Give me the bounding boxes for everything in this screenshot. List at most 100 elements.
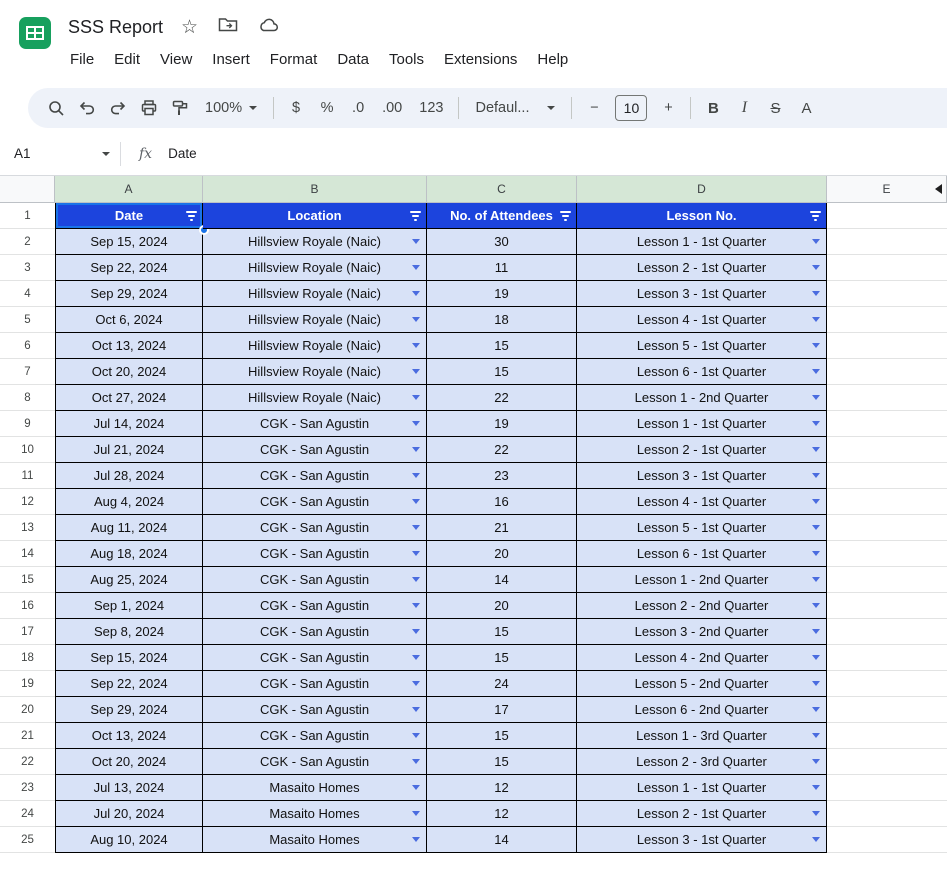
increase-decimal-button[interactable]: .00 [375,94,409,122]
row-number[interactable]: 24 [0,801,55,827]
more-formats-button[interactable]: 123 [412,94,450,122]
dropdown-icon[interactable] [812,550,820,556]
cell-location[interactable]: CGK - San Agustin [203,697,427,723]
column-header-e[interactable]: E [827,176,947,203]
row-number[interactable]: 3 [0,255,55,281]
row-number[interactable]: 16 [0,593,55,619]
cell-lesson[interactable]: Lesson 6 - 2nd Quarter [577,697,827,723]
row-number[interactable]: 1 [0,203,55,229]
dropdown-icon[interactable] [412,446,420,452]
star-icon[interactable]: ☆ [181,18,198,37]
currency-format-button[interactable]: $ [282,94,310,122]
dropdown-icon[interactable] [812,706,820,712]
strikethrough-button[interactable]: S [761,94,789,122]
dropdown-icon[interactable] [412,238,420,244]
menu-extensions[interactable]: Extensions [434,48,527,71]
cell-date[interactable]: Aug 10, 2024 [55,827,203,853]
cell-attendees[interactable]: 12 [427,801,577,827]
sheets-logo-icon[interactable] [18,16,52,55]
dropdown-icon[interactable] [812,368,820,374]
cell-attendees[interactable]: 23 [427,463,577,489]
redo-button[interactable] [104,94,132,122]
document-title[interactable]: SSS Report [68,17,163,38]
cell-attendees[interactable]: 17 [427,697,577,723]
dropdown-icon[interactable] [412,836,420,842]
cell-attendees[interactable]: 19 [427,411,577,437]
cell-lesson[interactable]: Lesson 4 - 2nd Quarter [577,645,827,671]
column-header-c[interactable]: C [427,176,577,203]
menu-edit[interactable]: Edit [104,48,150,71]
dropdown-icon[interactable] [412,498,420,504]
select-all-corner[interactable] [0,176,55,203]
cell-location[interactable]: CGK - San Agustin [203,437,427,463]
filter-icon[interactable] [185,210,198,221]
cell-location[interactable]: Hillsview Royale (Naic) [203,281,427,307]
dropdown-icon[interactable] [412,680,420,686]
cell-empty[interactable] [827,801,947,827]
dropdown-icon[interactable] [812,316,820,322]
dropdown-icon[interactable] [812,732,820,738]
cell-location[interactable]: CGK - San Agustin [203,619,427,645]
cell-lesson[interactable]: Lesson 6 - 1st Quarter [577,359,827,385]
cell-empty[interactable] [827,775,947,801]
cloud-saved-icon[interactable] [258,17,280,38]
cell-attendees[interactable]: 15 [427,359,577,385]
menu-view[interactable]: View [150,48,202,71]
dropdown-icon[interactable] [412,316,420,322]
cell-lesson[interactable]: Lesson 1 - 1st Quarter [577,775,827,801]
header-cell-no-of-attendees[interactable]: No. of Attendees [427,203,577,229]
cell-attendees[interactable]: 15 [427,333,577,359]
row-number[interactable]: 12 [0,489,55,515]
cell-empty[interactable] [827,593,947,619]
dropdown-icon[interactable] [412,706,420,712]
dropdown-icon[interactable] [412,394,420,400]
row-number[interactable]: 8 [0,385,55,411]
cell-date[interactable]: Sep 15, 2024 [55,645,203,671]
cell-attendees[interactable]: 21 [427,515,577,541]
cell-date[interactable]: Aug 11, 2024 [55,515,203,541]
decrease-decimal-button[interactable]: .0 [344,94,372,122]
dropdown-icon[interactable] [812,446,820,452]
cell-location[interactable]: CGK - San Agustin [203,593,427,619]
cell-date[interactable]: Oct 20, 2024 [55,749,203,775]
dropdown-icon[interactable] [812,498,820,504]
cell-location[interactable]: Hillsview Royale (Naic) [203,255,427,281]
cell-date[interactable]: Sep 29, 2024 [55,697,203,723]
filter-icon[interactable] [559,210,572,221]
cell-date[interactable]: Oct 6, 2024 [55,307,203,333]
cell-lesson[interactable]: Lesson 3 - 1st Quarter [577,281,827,307]
cell-date[interactable]: Sep 1, 2024 [55,593,203,619]
cell-date[interactable]: Sep 22, 2024 [55,671,203,697]
cell-attendees[interactable]: 15 [427,723,577,749]
row-number[interactable]: 13 [0,515,55,541]
cell-date[interactable]: Oct 20, 2024 [55,359,203,385]
cell-location[interactable]: Hillsview Royale (Naic) [203,333,427,359]
cell-empty[interactable] [827,671,947,697]
cell-lesson[interactable]: Lesson 2 - 1st Quarter [577,801,827,827]
cell-attendees[interactable]: 11 [427,255,577,281]
dropdown-icon[interactable] [812,238,820,244]
dropdown-icon[interactable] [812,576,820,582]
row-number[interactable]: 9 [0,411,55,437]
row-number[interactable]: 19 [0,671,55,697]
bold-button[interactable]: B [699,94,727,122]
cell-date[interactable]: Jul 20, 2024 [55,801,203,827]
dropdown-icon[interactable] [812,836,820,842]
cell-attendees[interactable]: 15 [427,749,577,775]
cell-lesson[interactable]: Lesson 1 - 2nd Quarter [577,567,827,593]
row-number[interactable]: 22 [0,749,55,775]
row-number[interactable]: 20 [0,697,55,723]
name-box[interactable]: A1 [0,139,120,169]
dropdown-icon[interactable] [412,420,420,426]
dropdown-icon[interactable] [812,472,820,478]
cell-attendees[interactable]: 14 [427,827,577,853]
header-cell-location[interactable]: Location [203,203,427,229]
dropdown-icon[interactable] [812,420,820,426]
search-button[interactable] [42,94,70,122]
cell-empty[interactable] [827,489,947,515]
cell-lesson[interactable]: Lesson 2 - 1st Quarter [577,437,827,463]
cell-location[interactable]: CGK - San Agustin [203,515,427,541]
cell-empty[interactable] [827,619,947,645]
cell-date[interactable]: Oct 13, 2024 [55,723,203,749]
cell-attendees[interactable]: 18 [427,307,577,333]
